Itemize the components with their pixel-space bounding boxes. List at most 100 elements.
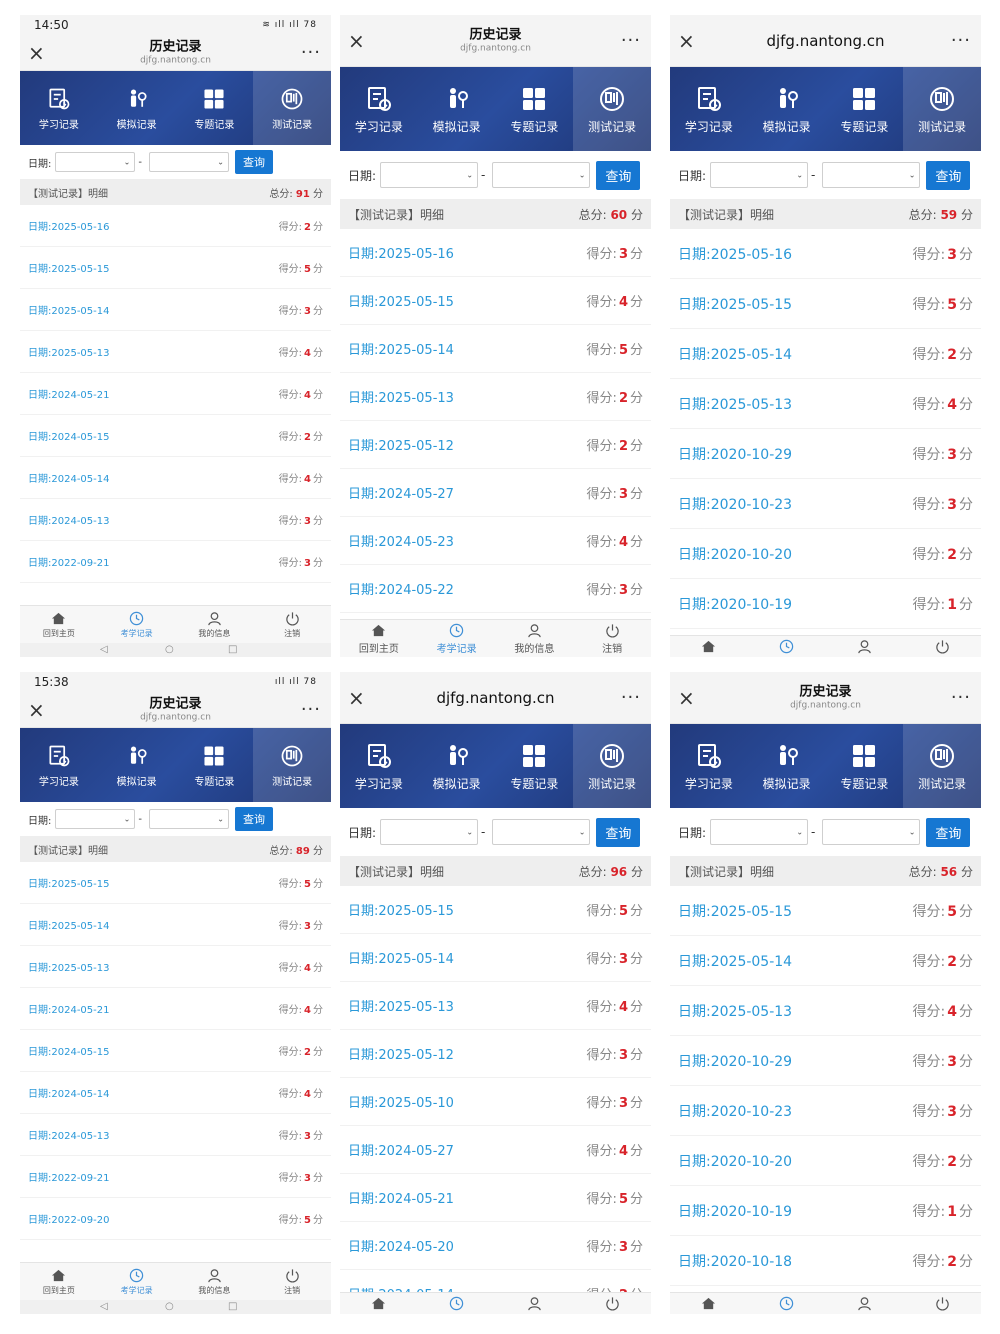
nav-study-record[interactable]: 学习记录	[670, 67, 748, 151]
record-date[interactable]: 日期:2020-10-19	[678, 594, 792, 614]
record-row[interactable]: 日期:2025-05-14 得分: 3 分	[340, 934, 651, 982]
start-date-select[interactable]: ⌄	[55, 152, 136, 172]
record-row[interactable]: 日期:2025-05-15 得分: 4 分	[340, 277, 651, 325]
home-circle-icon[interactable]: ○	[165, 644, 174, 655]
record-date[interactable]: 日期:2025-05-15	[678, 901, 792, 921]
tab-home[interactable]: 回到主页	[340, 620, 418, 657]
record-row[interactable]: 日期:2022-09-21 得分: 3 分	[20, 541, 331, 583]
record-row[interactable]: 日期:2022-09-21 得分: 3 分	[20, 1156, 331, 1198]
tab-profile[interactable]: 我的信息	[496, 1293, 574, 1314]
more-icon[interactable]: ···	[621, 31, 641, 50]
query-button[interactable]: 查询	[596, 817, 641, 847]
record-row[interactable]: 日期:2024-05-21 得分: 4 分	[20, 373, 331, 415]
nav-test-record[interactable]: 测试记录	[253, 728, 331, 802]
record-date[interactable]: 日期:2020-10-18	[678, 1251, 792, 1271]
tab-records[interactable]: 考学记录	[98, 606, 176, 643]
record-row[interactable]: 日期:2024-05-13 得分: 3 分	[20, 1114, 331, 1156]
record-row[interactable]: 日期:2024-05-15 得分: 2 分	[20, 1030, 331, 1072]
record-row[interactable]: 日期:2025-05-15 得分: 5 分	[20, 247, 331, 289]
record-date[interactable]: 日期:2024-05-27	[348, 483, 454, 502]
record-row[interactable]: 日期:2024-05-21 得分: 4 分	[20, 988, 331, 1030]
back-icon[interactable]: ◁	[100, 644, 108, 655]
start-date-select[interactable]: ⌄	[380, 162, 479, 188]
record-date[interactable]: 日期:2024-05-13	[28, 1127, 110, 1142]
record-date[interactable]: 日期:2025-05-14	[348, 339, 454, 358]
nav-test-record[interactable]: 测试记录	[573, 724, 651, 808]
record-date[interactable]: 日期:2025-05-14	[28, 917, 110, 932]
end-date-select[interactable]: ⌄	[822, 162, 921, 188]
record-row[interactable]: 日期:2025-05-15 得分: 5 分	[20, 862, 331, 904]
record-date[interactable]: 日期:2025-05-15	[348, 900, 454, 919]
record-date[interactable]: 日期:2022-09-20	[28, 1211, 110, 1226]
record-row[interactable]: 日期:2025-05-14 得分: 3 分	[20, 289, 331, 331]
record-date[interactable]: 日期:2022-09-21	[28, 1169, 110, 1184]
tab-logout[interactable]: 注销	[903, 636, 981, 657]
record-date[interactable]: 日期:2025-05-13	[348, 996, 454, 1015]
query-button[interactable]: 查询	[234, 807, 273, 831]
tab-home[interactable]: 回到主页	[670, 1293, 748, 1314]
record-date[interactable]: 日期:2022-09-21	[28, 554, 110, 569]
query-button[interactable]: 查询	[926, 160, 971, 190]
record-date[interactable]: 日期:2025-05-14	[348, 948, 454, 967]
start-date-select[interactable]: ⌄	[710, 819, 809, 845]
record-row[interactable]: 日期:2025-05-13 得分: 4 分	[670, 986, 981, 1036]
nav-study-record[interactable]: 学习记录	[20, 728, 98, 802]
record-row[interactable]: 日期:2025-05-13 得分: 4 分	[20, 946, 331, 988]
tab-records[interactable]: 考学记录	[418, 620, 496, 657]
query-button[interactable]: 查询	[596, 160, 641, 190]
nav-mock-record[interactable]: 模拟记录	[98, 728, 176, 802]
record-row[interactable]: 日期:2024-05-23 得分: 4 分	[340, 517, 651, 565]
nav-topic-record[interactable]: 专题记录	[826, 67, 904, 151]
tab-home[interactable]: 回到主页	[20, 1263, 98, 1300]
end-date-select[interactable]: ⌄	[148, 809, 229, 829]
tab-records[interactable]: 考学记录	[748, 636, 826, 657]
record-date[interactable]: 日期:2025-05-15	[28, 875, 110, 890]
record-row[interactable]: 日期:2024-05-14 得分: 4 分	[20, 1072, 331, 1114]
record-date[interactable]: 日期:2025-05-16	[28, 218, 110, 233]
record-date[interactable]: 日期:2024-05-21	[28, 386, 110, 401]
record-row[interactable]: 日期:2024-05-15 得分: 2 分	[20, 415, 331, 457]
record-row[interactable]: 日期:2025-05-16 得分: 3 分	[340, 229, 651, 277]
record-date[interactable]: 日期:2024-05-21	[28, 1001, 110, 1016]
record-row[interactable]: 日期:2024-05-13 得分: 3 分	[20, 499, 331, 541]
start-date-select[interactable]: ⌄	[55, 809, 136, 829]
record-date[interactable]: 日期:2020-10-23	[678, 1101, 792, 1121]
record-date[interactable]: 日期:2025-05-10	[348, 1092, 454, 1111]
more-icon[interactable]: ···	[301, 700, 321, 719]
record-row[interactable]: 日期:2025-05-12 得分: 2 分	[340, 421, 651, 469]
record-row[interactable]: 日期:2020-10-20 得分: 2 分	[670, 529, 981, 579]
record-date[interactable]: 日期:2020-10-29	[678, 444, 792, 464]
tab-profile[interactable]: 我的信息	[176, 606, 254, 643]
record-date[interactable]: 日期:2025-05-12	[348, 1044, 454, 1063]
tab-profile[interactable]: 我的信息	[826, 1293, 904, 1314]
end-date-select[interactable]: ⌄	[492, 162, 591, 188]
record-row[interactable]: 日期:2025-05-15 得分: 5 分	[670, 279, 981, 329]
tab-logout[interactable]: 注销	[903, 1293, 981, 1314]
nav-mock-record[interactable]: 模拟记录	[418, 67, 496, 151]
record-row[interactable]: 日期:2025-05-12 得分: 3 分	[340, 1030, 651, 1078]
more-icon[interactable]: ···	[951, 31, 971, 50]
record-date[interactable]: 日期:2025-05-16	[348, 243, 454, 262]
record-row[interactable]: 日期:2025-05-14 得分: 3 分	[20, 904, 331, 946]
recents-icon[interactable]: □	[228, 1301, 237, 1312]
record-row[interactable]: 日期:2022-09-20 得分: 5 分	[20, 1198, 331, 1240]
record-row[interactable]: 日期:2024-05-21 得分: 5 分	[340, 1174, 651, 1222]
tab-profile[interactable]: 我的信息	[826, 636, 904, 657]
nav-study-record[interactable]: 学习记录	[20, 71, 98, 145]
home-circle-icon[interactable]: ○	[165, 1301, 174, 1312]
record-date[interactable]: 日期:2025-05-12	[348, 435, 454, 454]
end-date-select[interactable]: ⌄	[148, 152, 229, 172]
nav-topic-record[interactable]: 专题记录	[496, 67, 574, 151]
nav-mock-record[interactable]: 模拟记录	[748, 724, 826, 808]
record-row[interactable]: 日期:2025-05-14 得分: 2 分	[670, 329, 981, 379]
record-date[interactable]: 日期:2025-05-13	[28, 959, 110, 974]
recents-icon[interactable]: □	[228, 644, 237, 655]
record-row[interactable]: 日期:2020-10-18 得分: 2 分	[670, 1236, 981, 1286]
record-date[interactable]: 日期:2024-05-14	[28, 1085, 110, 1100]
record-date[interactable]: 日期:2024-05-23	[348, 531, 454, 550]
nav-test-record[interactable]: 测试记录	[903, 67, 981, 151]
record-row[interactable]: 日期:2024-05-27 得分: 4 分	[340, 1126, 651, 1174]
record-row[interactable]: 日期:2020-10-29 得分: 3 分	[670, 429, 981, 479]
record-date[interactable]: 日期:2020-10-20	[678, 1151, 792, 1171]
record-row[interactable]: 日期:2025-05-15 得分: 5 分	[340, 886, 651, 934]
